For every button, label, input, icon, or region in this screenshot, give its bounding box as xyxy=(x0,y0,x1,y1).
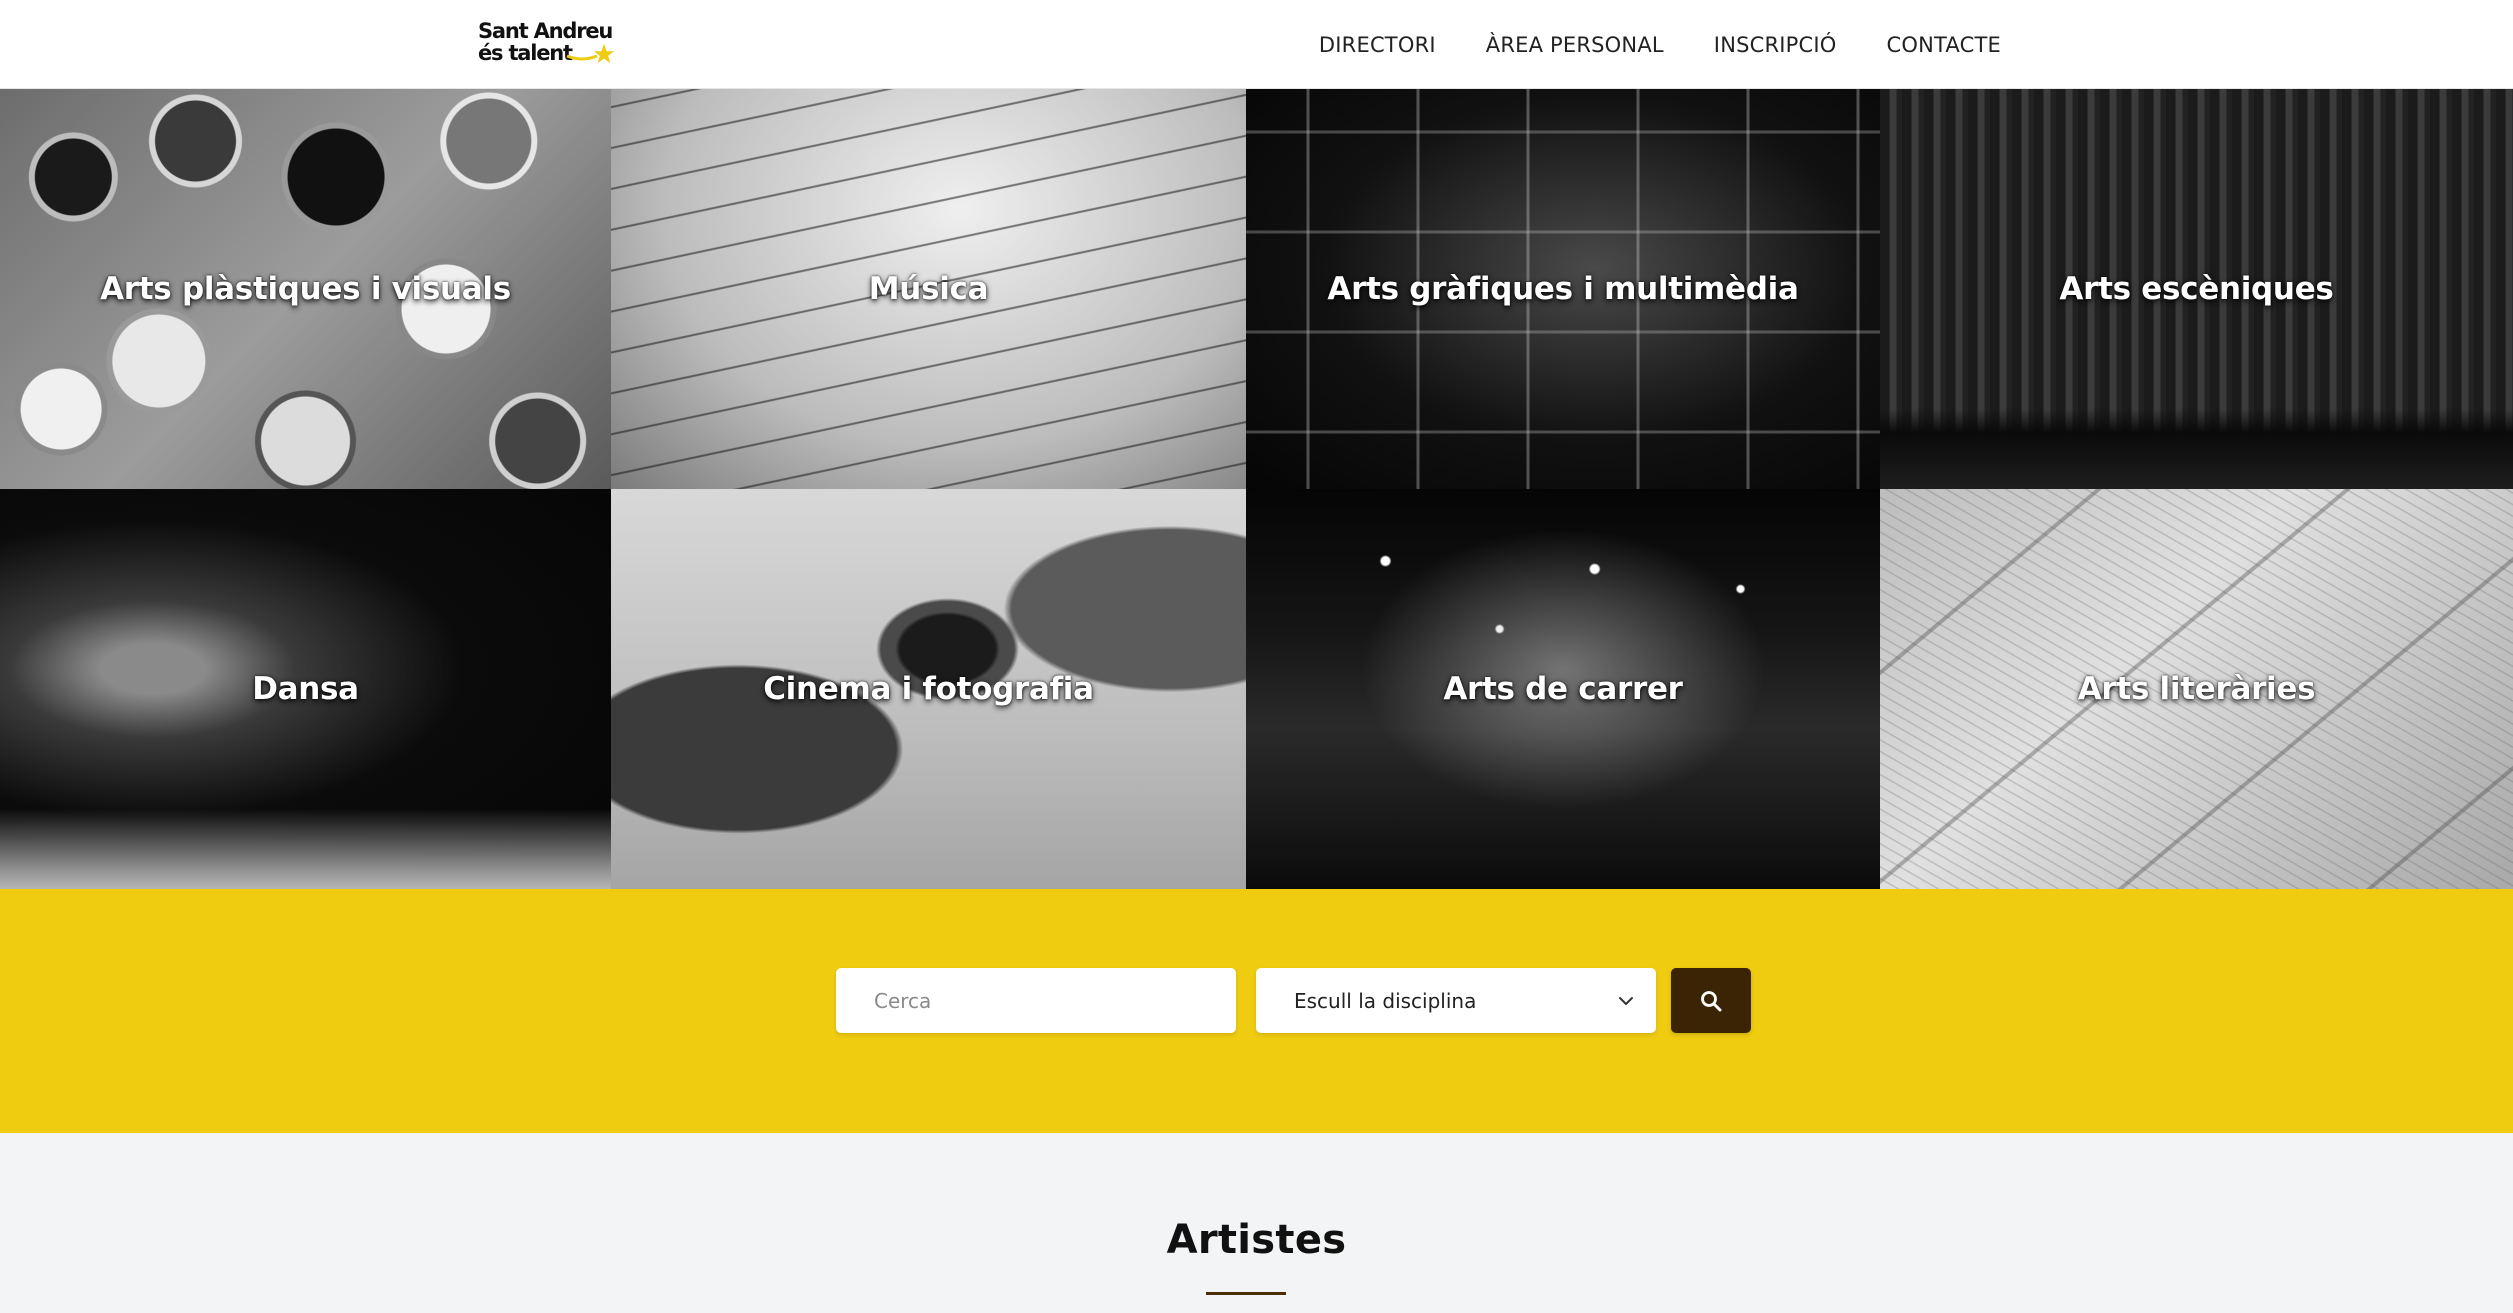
nav-directori[interactable]: DIRECTORI xyxy=(1319,33,1436,57)
search-icon xyxy=(1701,990,1722,1011)
category-label: Música xyxy=(868,271,989,307)
category-tile-arts-grafiques[interactable]: Arts gràfiques i multimèdia xyxy=(1246,89,1880,489)
nav-area-personal[interactable]: ÀREA PERSONAL xyxy=(1486,33,1664,57)
category-tile-arts-plastiques[interactable]: Arts plàstiques i visuals xyxy=(0,89,611,489)
category-tile-musica[interactable]: Música xyxy=(611,89,1246,489)
category-tile-cinema-fotografia[interactable]: Cinema i fotografia xyxy=(611,489,1246,889)
search-input[interactable] xyxy=(836,968,1236,1033)
category-tile-dansa[interactable]: Dansa xyxy=(0,489,611,889)
section-title: Artistes xyxy=(1166,1217,1347,1263)
category-label: Dansa xyxy=(252,671,359,707)
category-tile-arts-de-carrer[interactable]: Arts de carrer xyxy=(1246,489,1880,889)
chevron-down-icon xyxy=(1619,997,1633,1005)
category-tile-arts-literaries[interactable]: Arts literàries xyxy=(1880,489,2513,889)
category-grid: Arts plàstiques i visuals Música Arts gr… xyxy=(0,89,2513,889)
search-button[interactable] xyxy=(1671,968,1751,1033)
category-label: Arts escèniques xyxy=(2059,271,2334,307)
logo-text-line1: Sant Andreu xyxy=(478,19,613,43)
title-underline xyxy=(1206,1292,1286,1295)
artists-section: Artistes xyxy=(0,1133,2513,1313)
site-logo[interactable]: Sant Andreu és talent xyxy=(478,20,618,68)
category-label: Cinema i fotografia xyxy=(763,671,1094,707)
discipline-select-value: Escull la disciplina xyxy=(1294,988,1477,1013)
category-label: Arts plàstiques i visuals xyxy=(100,271,511,307)
category-label: Arts literàries xyxy=(2077,671,2316,707)
category-tile-arts-esceniques[interactable]: Arts escèniques xyxy=(1880,89,2513,489)
discipline-select[interactable]: Escull la disciplina xyxy=(1256,968,1656,1033)
main-nav: DIRECTORI ÀREA PERSONAL INSCRIPCIÓ CONTA… xyxy=(1319,0,2001,89)
nav-contacte[interactable]: CONTACTE xyxy=(1887,33,2001,57)
category-label: Arts gràfiques i multimèdia xyxy=(1327,271,1799,307)
category-label: Arts de carrer xyxy=(1443,671,1683,707)
star-icon xyxy=(593,43,615,64)
site-header: Sant Andreu és talent DIRECTORI ÀREA PER… xyxy=(0,0,2513,89)
nav-inscripcio[interactable]: INSCRIPCIÓ xyxy=(1714,33,1837,57)
